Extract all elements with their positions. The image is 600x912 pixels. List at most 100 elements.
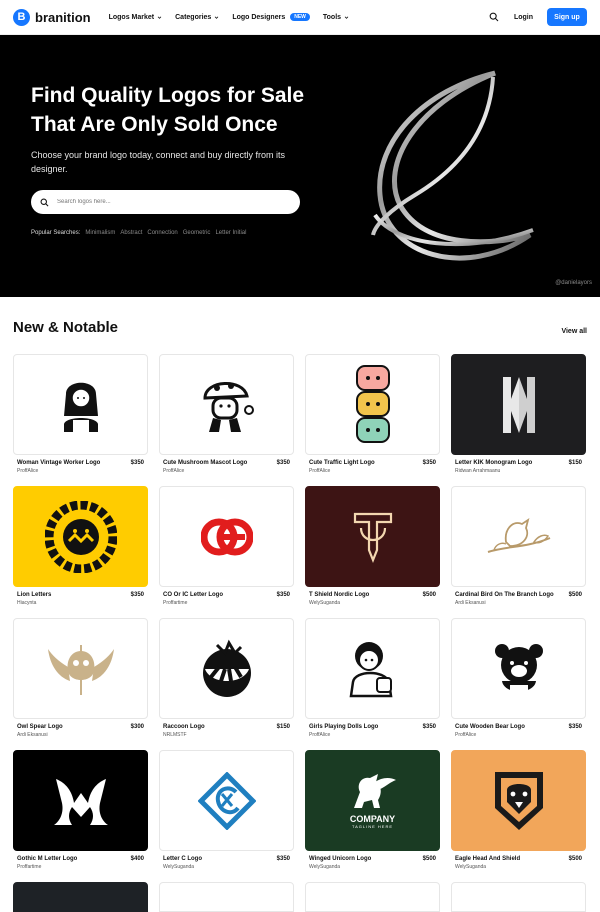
logo-name[interactable]: Letter KIK Monogram Logo xyxy=(455,460,532,466)
logo-author[interactable]: Proffartime xyxy=(13,864,148,870)
popular-tag-connection[interactable]: Connection xyxy=(147,230,177,236)
popular-searches-label: Popular Searches: xyxy=(31,230,81,236)
logo-thumbnail[interactable] xyxy=(305,486,440,587)
logo-thumbnail[interactable] xyxy=(13,750,148,851)
logo-author[interactable]: Ardi Eksanusi xyxy=(451,600,586,606)
logo-card[interactable]: Cute Mushroom Mascot Logo $350 ProffAlice xyxy=(159,354,294,476)
logo-thumbnail[interactable] xyxy=(305,618,440,719)
logo-thumbnail[interactable] xyxy=(451,882,586,912)
logo-card[interactable]: Letter C Logo $350 WelySuganda xyxy=(159,750,294,872)
logo-author[interactable]: Ridwan Arrahmaanu xyxy=(451,468,586,474)
logo-name[interactable]: Winged Unicorn Logo xyxy=(309,856,371,862)
logo-author[interactable]: Proffartime xyxy=(159,600,294,606)
search-icon xyxy=(40,198,49,206)
logo-thumbnail[interactable] xyxy=(159,486,294,587)
logo-card[interactable]: T Shield Nordic Logo $500 WelySuganda xyxy=(305,486,440,608)
signup-button[interactable]: Sign up xyxy=(547,8,587,26)
logo-thumbnail[interactable]: COMPANY TAGLINE HERE xyxy=(305,750,440,851)
logo-author[interactable]: Hiacynta xyxy=(13,600,148,606)
logo-card-meta: Raccoon Logo $150 xyxy=(159,719,294,730)
popular-tag-abstract[interactable]: Abstract xyxy=(120,230,142,236)
logo-card[interactable]: COMPANY TAGLINE HERE Winged Unicorn Logo $5… xyxy=(305,750,440,872)
logo-card[interactable]: Eagle Head And Shield $500 WelySuganda xyxy=(451,750,586,872)
logo-price: $400 xyxy=(130,856,144,862)
login-link[interactable]: Login xyxy=(514,14,533,21)
logo-thumbnail[interactable] xyxy=(305,354,440,455)
letter-c-icon xyxy=(197,771,256,830)
logo-card[interactable]: Cardinal Bird On The Branch Logo $500 Ardi… xyxy=(451,486,586,608)
logo-name[interactable]: T Shield Nordic Logo xyxy=(309,592,369,598)
hero-search-input[interactable] xyxy=(57,199,277,205)
logo-author[interactable]: ProffAlice xyxy=(305,732,440,738)
logo-author[interactable]: Ardi Eksanusi xyxy=(13,732,148,738)
logo-name[interactable]: Cute Wooden Bear Logo xyxy=(455,724,525,730)
menu-tools[interactable]: Tools xyxy=(323,14,349,21)
menu-categories[interactable]: Categories xyxy=(175,14,219,21)
logo-card[interactable]: Girls Playing Dolls Logo $350 ProffAlice xyxy=(305,618,440,740)
logo-card[interactable]: Cute Wooden Bear Logo $350 ProffAlice xyxy=(451,618,586,740)
logo-card[interactable]: CO Or IC Letter Logo $350 Proffartime xyxy=(159,486,294,608)
popular-tag-letter-initial[interactable]: Letter Initial xyxy=(215,230,246,236)
logo-name[interactable]: Letter C Logo xyxy=(163,856,202,862)
logo-card-meta: Letter C Logo $350 xyxy=(159,851,294,862)
logo-thumbnail[interactable] xyxy=(451,618,586,719)
logo-author[interactable]: WelySuganda xyxy=(159,864,294,870)
logo-thumbnail[interactable] xyxy=(13,618,148,719)
logo-price: $350 xyxy=(130,460,144,466)
logo-brand-tagline: TAGLINE HERE xyxy=(351,824,394,829)
logo-thumbnail[interactable] xyxy=(451,354,586,455)
logo-card[interactable]: Owl Spear Logo $300 Ardi Eksanusi xyxy=(13,618,148,740)
logo-card[interactable]: Raccoon Logo $150 NRLMSTF xyxy=(159,618,294,740)
logo-name[interactable]: Lion Letters xyxy=(17,592,51,598)
logo-name[interactable]: Cute Traffic Light Logo xyxy=(309,460,375,466)
hero-credit: @danielayors xyxy=(555,280,592,286)
logo-author[interactable]: WelySuganda xyxy=(451,864,586,870)
logo-name[interactable]: Cute Mushroom Mascot Logo xyxy=(163,460,247,466)
menu-logos-market-label: Logos Market xyxy=(108,13,155,21)
main-menu: Logos Market Categories Logo Designers N… xyxy=(109,13,349,21)
view-all-link[interactable]: View all xyxy=(561,328,587,335)
traffic-light-icon xyxy=(353,364,393,446)
logo-card[interactable]: Lion Letters $350 Hiacynta xyxy=(13,486,148,608)
logo-thumbnail[interactable] xyxy=(159,618,294,719)
logo-card[interactable]: Letter KIK Monogram Logo $150 Ridwan Arrah… xyxy=(451,354,586,476)
popular-tag-geometric[interactable]: Geometric xyxy=(183,230,211,236)
logo-name[interactable]: CO Or IC Letter Logo xyxy=(163,592,223,598)
hero-search-bar[interactable] xyxy=(31,190,300,214)
menu-logo-designers-label: Logo Designers xyxy=(232,13,286,21)
logo-name[interactable]: Cardinal Bird On The Branch Logo xyxy=(455,592,554,598)
logo-author[interactable]: ProffAlice xyxy=(159,468,294,474)
kik-monogram-icon xyxy=(499,375,539,435)
logo-thumbnail[interactable] xyxy=(13,354,148,455)
menu-logos-market[interactable]: Logos Market xyxy=(109,14,163,21)
logo-name[interactable]: Girls Playing Dolls Logo xyxy=(309,724,378,730)
logo-thumbnail[interactable] xyxy=(159,354,294,455)
logo-thumbnail[interactable] xyxy=(13,882,148,912)
logo-name[interactable]: Owl Spear Logo xyxy=(17,724,63,730)
logo-price: $150 xyxy=(276,724,290,730)
logo-author[interactable]: ProffAlice xyxy=(451,732,586,738)
brand-logo[interactable]: B branition xyxy=(13,8,91,26)
logo-name[interactable]: Raccoon Logo xyxy=(163,724,205,730)
logo-thumbnail[interactable] xyxy=(159,882,294,912)
logo-thumbnail[interactable] xyxy=(305,882,440,912)
menu-logo-designers[interactable]: Logo Designers NEW xyxy=(232,13,310,21)
logo-card[interactable]: Woman Vintage Worker Logo $350 ProffAlice xyxy=(13,354,148,476)
logo-author[interactable]: ProffAlice xyxy=(305,468,440,474)
logo-card[interactable]: Cute Traffic Light Logo $350 ProffAlice xyxy=(305,354,440,476)
logo-thumbnail[interactable] xyxy=(451,486,586,587)
logo-thumbnail[interactable] xyxy=(451,750,586,851)
logo-name[interactable]: Woman Vintage Worker Logo xyxy=(17,460,100,466)
search-button[interactable] xyxy=(488,11,500,23)
logo-author[interactable]: NRLMSTF xyxy=(159,732,294,738)
logo-name[interactable]: Eagle Head And Shield xyxy=(455,856,520,862)
logo-name[interactable]: Gothic M Letter Logo xyxy=(17,856,77,862)
logo-card[interactable]: Gothic M Letter Logo $400 Proffartime xyxy=(13,750,148,872)
popular-tag-minimalism[interactable]: Minimalism xyxy=(85,230,115,236)
eagle-shield-icon xyxy=(489,768,549,834)
logo-thumbnail[interactable] xyxy=(159,750,294,851)
logo-author[interactable]: WelySuganda xyxy=(305,600,440,606)
logo-thumbnail[interactable] xyxy=(13,486,148,587)
logo-author[interactable]: WelySuganda xyxy=(305,864,440,870)
logo-author[interactable]: ProffAlice xyxy=(13,468,148,474)
